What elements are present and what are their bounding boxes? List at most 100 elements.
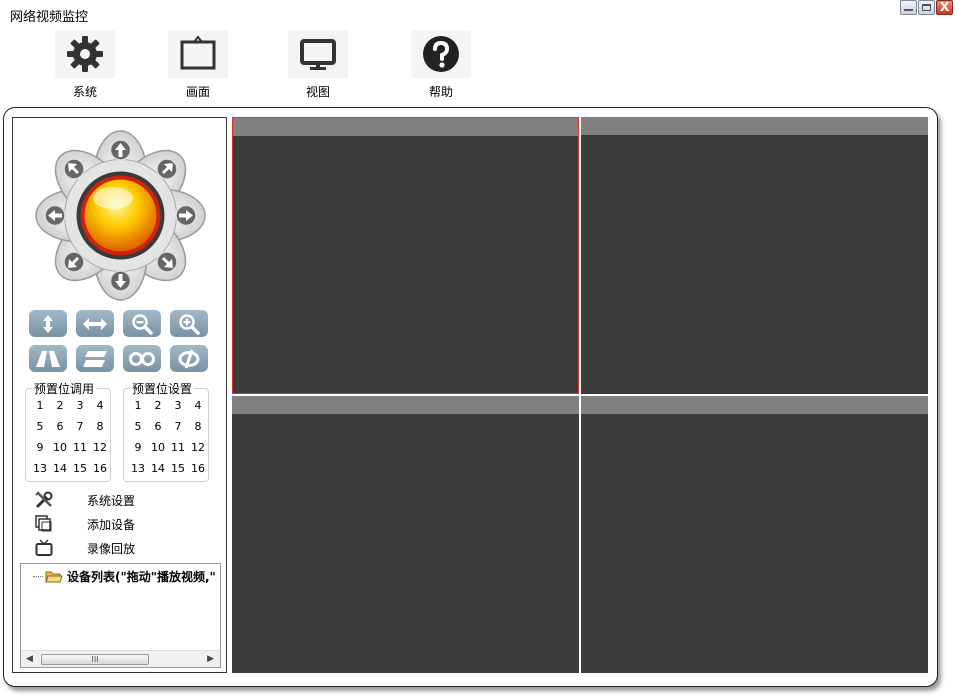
scroll-thumb[interactable]: III [41, 654, 149, 665]
preset-call-2[interactable]: 2 [50, 399, 70, 413]
device-tree-root[interactable]: 设备列表("拖动"播放视频," [33, 568, 216, 585]
menu-system-settings-label: 系统设置 [87, 493, 136, 508]
preset-set-12[interactable]: 12 [188, 441, 208, 455]
menu-system-settings[interactable]: 系统设置 [33, 488, 223, 512]
device-tree[interactable]: 设备列表("拖动"播放视频," ◀ III ▶ [20, 563, 221, 668]
toolbar-view-button[interactable]: 视图 [278, 30, 358, 100]
preset-set-5[interactable]: 5 [128, 420, 148, 434]
preset-set-16[interactable]: 16 [188, 462, 208, 476]
preset-set-14[interactable]: 14 [148, 462, 168, 476]
zoom-out-button[interactable] [123, 310, 161, 337]
preset-set-8[interactable]: 8 [188, 420, 208, 434]
ptz-right-button[interactable] [175, 204, 197, 227]
menu-add-device[interactable]: 添加设备 [33, 512, 223, 536]
preset-call-title: 预置位调用 [32, 380, 97, 397]
toolbar-view-label: 视图 [305, 85, 330, 99]
gear-icon [55, 30, 115, 78]
help-icon [411, 30, 471, 78]
window-controls: X [900, 0, 953, 15]
video-cell-1[interactable] [232, 117, 579, 394]
focus-far-button[interactable] [76, 345, 114, 372]
maximize-icon [922, 4, 931, 11]
close-button[interactable]: X [936, 0, 953, 15]
preset-call-4[interactable]: 4 [90, 399, 110, 413]
preset-call-3[interactable]: 3 [70, 399, 90, 413]
preset-call-11[interactable]: 11 [70, 441, 90, 455]
preset-call-6[interactable]: 6 [50, 420, 70, 434]
ptz-up-left-button[interactable] [63, 158, 85, 180]
preset-set-2[interactable]: 2 [148, 399, 168, 413]
toolbar-system-button[interactable]: 系统 [45, 30, 125, 100]
scroll-left-arrow-icon[interactable]: ◀ [26, 654, 33, 664]
video-cell-4[interactable] [581, 396, 928, 673]
horizontal-scan-button[interactable] [76, 310, 114, 337]
preset-call-10[interactable]: 10 [50, 441, 70, 455]
preset-set-11[interactable]: 11 [168, 441, 188, 455]
preset-call-8[interactable]: 8 [90, 420, 110, 434]
ptz-down-button[interactable] [109, 270, 132, 292]
preset-call-14[interactable]: 14 [50, 462, 70, 476]
video-cell-4-header [581, 396, 928, 414]
video-cell-3-header [232, 396, 579, 414]
preset-call-9[interactable]: 9 [30, 441, 50, 455]
preset-set-grid: 1 2 3 4 5 6 7 8 9 10 11 12 13 14 15 16 [128, 399, 208, 476]
focus-near-button[interactable] [29, 345, 67, 372]
ptz-left-button[interactable] [44, 204, 66, 227]
maximize-button[interactable] [918, 0, 935, 15]
ptz-up-button[interactable] [109, 139, 132, 161]
toolbar-help-button[interactable]: 帮助 [401, 30, 481, 100]
zoom-in-button[interactable] [170, 310, 208, 337]
preset-set-3[interactable]: 3 [168, 399, 188, 413]
device-tree-hscroll[interactable]: ◀ III ▶ [21, 650, 220, 667]
preset-call-13[interactable]: 13 [30, 462, 50, 476]
preset-call-5[interactable]: 5 [30, 420, 50, 434]
minimize-icon [904, 9, 913, 11]
ptz-center-button[interactable] [76, 171, 165, 260]
vertical-arrows-icon [43, 314, 53, 333]
control-panel: 预置位调用 1 2 3 4 5 6 7 8 9 10 11 12 13 14 1… [12, 117, 227, 673]
ptz-up-right-button[interactable] [156, 158, 178, 180]
menu-playback[interactable]: 录像回放 [33, 536, 223, 560]
video-cell-3[interactable] [232, 396, 579, 673]
folder-icon [45, 571, 63, 582]
toolbar-help-label: 帮助 [428, 85, 453, 99]
preset-call-group: 预置位调用 1 2 3 4 5 6 7 8 9 10 11 12 13 14 1… [25, 380, 111, 482]
preset-set-15[interactable]: 15 [168, 462, 188, 476]
toolbar-screen-button[interactable]: 画面 [158, 30, 238, 100]
preset-set-9[interactable]: 9 [128, 441, 148, 455]
preset-call-16[interactable]: 16 [90, 462, 110, 476]
scroll-right-arrow-icon[interactable]: ▶ [207, 654, 214, 664]
preset-set-4[interactable]: 4 [188, 399, 208, 413]
device-tree-root-label: 设备列表("拖动"播放视频," [67, 570, 216, 584]
phi-icon [178, 349, 200, 368]
preset-set-6[interactable]: 6 [148, 420, 168, 434]
iris-loop-button[interactable] [123, 345, 161, 372]
video-cell-1-header [233, 118, 578, 136]
parallelogram-icon [83, 350, 107, 367]
preset-set-title: 预置位设置 [130, 380, 195, 397]
video-cell-2[interactable] [581, 117, 928, 394]
minimize-button[interactable] [900, 0, 917, 15]
preset-call-grid: 1 2 3 4 5 6 7 8 9 10 11 12 13 14 15 16 [30, 399, 110, 476]
horizontal-arrows-icon [83, 317, 107, 330]
iris-auto-button[interactable] [170, 345, 208, 372]
preset-call-1[interactable]: 1 [30, 399, 50, 413]
ptz-down-right-button[interactable] [156, 251, 178, 273]
zoom-in-icon [179, 313, 200, 335]
preset-set-10[interactable]: 10 [148, 441, 168, 455]
toolbar-system-label: 系统 [72, 85, 97, 99]
preset-set-7[interactable]: 7 [168, 420, 188, 434]
trapezoid-icon [36, 350, 60, 367]
toolbar-screen-label: 画面 [185, 85, 210, 99]
preset-call-12[interactable]: 12 [90, 441, 110, 455]
preset-set-13[interactable]: 13 [128, 462, 148, 476]
vertical-scan-button[interactable] [29, 310, 67, 337]
preset-set-1[interactable]: 1 [128, 399, 148, 413]
monitor-icon [288, 30, 348, 78]
preset-call-15[interactable]: 15 [70, 462, 90, 476]
app-window: 网络视频监控 X 系统 画面 视图 帮助 预置位调用 1 2 3 4 5 6 7… [0, 0, 955, 697]
zoom-out-icon [132, 313, 153, 335]
preset-call-7[interactable]: 7 [70, 420, 90, 434]
ptz-down-left-button[interactable] [63, 251, 85, 273]
add-device-icon [33, 515, 55, 533]
